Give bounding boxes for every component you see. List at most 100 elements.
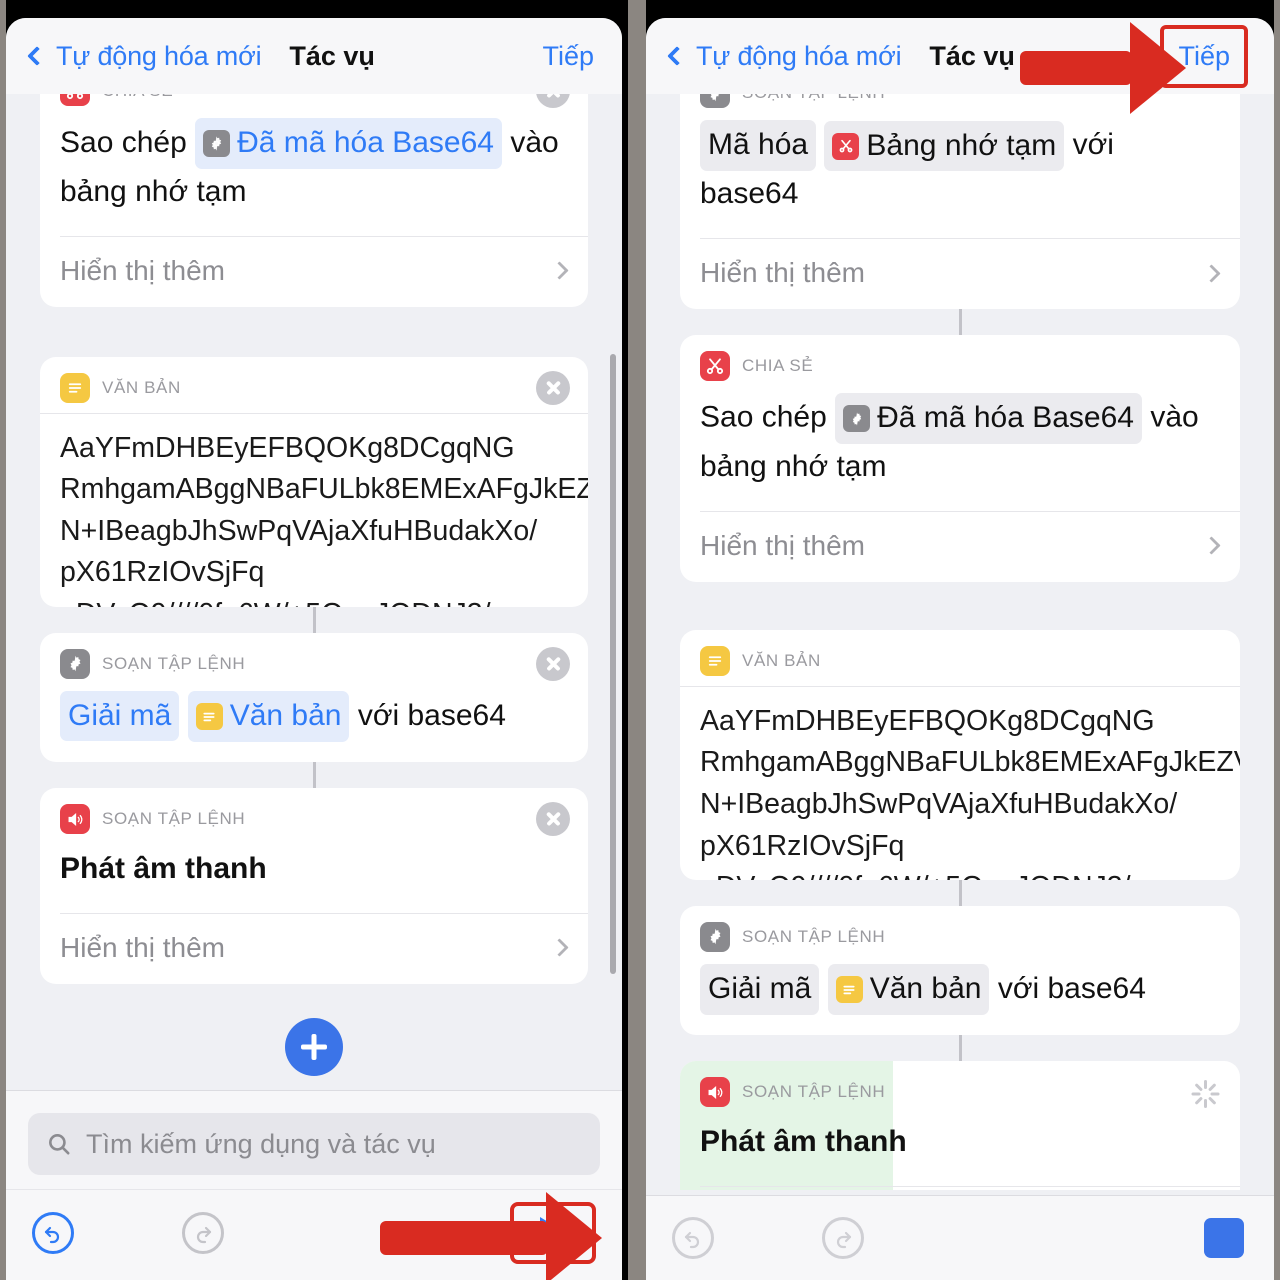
- close-icon[interactable]: [536, 370, 570, 405]
- undo-icon[interactable]: [672, 1217, 714, 1259]
- action-card-text[interactable]: VĂN BẢN AaYFmDHBEyEFBQOKg8DCgqNG RmhgamA…: [40, 356, 588, 607]
- chip-label: Giải mã: [708, 971, 812, 1005]
- navbar-left: Tự động hóa mới Tác vụ Tiếp: [6, 18, 622, 94]
- action-card-text[interactable]: VĂN BẢN AaYFmDHBEyEFBQOKg8DCgqNG RmhgamA…: [680, 629, 1240, 880]
- card-body: Sao chép Đã mã hóa Base64 vào bảng nhớ t…: [680, 387, 1240, 511]
- card-body: Phát âm thanh: [680, 1113, 1240, 1186]
- card-header: SOẠN TẬP LỆNH: [40, 633, 588, 685]
- scrollbar[interactable]: [610, 354, 616, 974]
- add-action-button[interactable]: [285, 1017, 343, 1076]
- page-title: Tác vụ: [929, 40, 1015, 71]
- card-category: VĂN BẢN: [102, 377, 181, 397]
- text-preview-left: AaYFmDHBEyEFBQOKg8DCgqNG RmhgamABggNBaFU…: [60, 431, 588, 607]
- body-text-post: với base64: [997, 971, 1146, 1005]
- action-card-share[interactable]: CHIA SẺ Sao chép Đã mã hóa Base64 vào bả…: [680, 335, 1240, 582]
- card-connector: [958, 879, 962, 906]
- card-connector: [312, 762, 316, 788]
- text-lines-icon: [700, 645, 730, 676]
- search-input[interactable]: Tìm kiếm ứng dụng và tác vụ: [28, 1113, 600, 1175]
- chip-label: Đã mã hóa Base64: [877, 401, 1134, 435]
- scissors-icon: [832, 132, 860, 160]
- search-icon: [49, 1134, 70, 1155]
- show-more-label: Hiển thị thêm: [700, 529, 865, 561]
- next-button[interactable]: Tiếp: [538, 35, 598, 78]
- body-text-pre: Sao chép: [700, 400, 827, 434]
- redo-icon[interactable]: [182, 1212, 224, 1254]
- action-card-play-sound[interactable]: SOẠN TẬP LỆNH Phát âm thanh Hiển thị thê…: [40, 788, 588, 984]
- loading-spinner-icon: [1190, 1079, 1220, 1109]
- chevron-right-icon: [1202, 536, 1221, 555]
- show-more-button[interactable]: Hiển thị thêm: [40, 237, 588, 307]
- chip-decode-mode[interactable]: Giải mã: [60, 690, 180, 742]
- back-label: Tự động hóa mới: [696, 40, 902, 71]
- stop-button[interactable]: [1200, 1214, 1248, 1262]
- show-more-label: Hiển thị thêm: [60, 931, 225, 963]
- action-card-share[interactable]: CHIA SẺ Sao chép Đã mã hóa Base64: [40, 94, 588, 307]
- card-header: SOẠN TẬP LỆNH: [680, 94, 1240, 114]
- variable-chip-text[interactable]: Văn bản: [187, 691, 350, 742]
- card-category: SOẠN TẬP LỆNH: [742, 926, 886, 946]
- action-card-play-sound[interactable]: SOẠN TẬP LỆNH Phát âm thanh: [680, 1061, 1240, 1190]
- add-action-row: [40, 984, 588, 1104]
- chip-label: Văn bản: [869, 972, 982, 1006]
- chip-label: Đã mã hóa Base64: [237, 126, 494, 159]
- show-more-button[interactable]: Hiển thị thêm: [680, 1187, 1240, 1190]
- variable-chip-encoded-base64[interactable]: Đã mã hóa Base64: [195, 118, 502, 169]
- redo-icon[interactable]: [822, 1217, 864, 1259]
- close-icon[interactable]: [536, 94, 570, 108]
- gear-icon: [203, 129, 231, 157]
- show-more-button[interactable]: Hiển thị thêm: [680, 239, 1240, 309]
- undo-icon[interactable]: [32, 1212, 74, 1254]
- scissors-icon: [60, 94, 90, 106]
- text-lines-icon: [195, 703, 223, 731]
- card-body: Giải mã Văn bản với base64: [40, 685, 588, 762]
- actions-scroll-right[interactable]: SOẠN TẬP LỆNH Mã hóa: [646, 94, 1274, 1190]
- card-body: Mã hóa Bảng nhớ tạm với base64: [680, 114, 1240, 238]
- back-label: Tự động hóa mới: [56, 40, 262, 71]
- show-more-button[interactable]: Hiển thị thêm: [40, 914, 588, 984]
- card-header: VĂN BẢN: [40, 357, 588, 413]
- run-button[interactable]: [510, 1202, 596, 1264]
- close-icon[interactable]: [536, 802, 570, 836]
- variable-chip-text[interactable]: Văn bản: [827, 964, 990, 1016]
- card-category: SOẠN TẬP LỆNH: [102, 653, 246, 673]
- speaker-icon: [700, 1077, 730, 1108]
- gear-icon: [700, 921, 730, 952]
- show-more-label: Hiển thị thêm: [700, 257, 865, 289]
- search-placeholder: Tìm kiếm ứng dụng và tác vụ: [86, 1128, 436, 1159]
- body-text: Phát âm thanh: [700, 1125, 907, 1159]
- card-header: SOẠN TẬP LỆNH: [680, 906, 1240, 958]
- card-body: Giải mã Văn bản với base64: [680, 958, 1240, 1035]
- text-preview-right: AaYFmDHBEyEFBQOKg8DCgqNG RmhgamABggNBaFU…: [700, 704, 1240, 880]
- bottom-toolbar-left: Tìm kiếm ứng dụng và tác vụ: [6, 1090, 622, 1280]
- chip-label: Văn bản: [229, 699, 342, 733]
- back-button[interactable]: Tự động hóa mới: [27, 40, 262, 72]
- back-button[interactable]: Tự động hóa mới: [667, 40, 902, 72]
- toolbar-row: [646, 1196, 1274, 1280]
- card-header: SOẠN TẬP LỆNH: [40, 788, 588, 840]
- show-more-button[interactable]: Hiển thị thêm: [680, 512, 1240, 582]
- card-body: Phát âm thanh: [40, 840, 588, 913]
- card-header: CHIA SẺ: [40, 94, 588, 112]
- next-button[interactable]: Tiếp: [1160, 24, 1248, 88]
- bottom-toolbar-right: [646, 1195, 1274, 1280]
- card-category: SOẠN TẬP LỆNH: [102, 809, 246, 828]
- card-connector: [958, 309, 962, 336]
- body-text-post: với base64: [357, 698, 506, 732]
- close-icon[interactable]: [536, 646, 570, 681]
- action-card-decode[interactable]: SOẠN TẬP LỆNH Giải mã Văn bản với base64: [40, 632, 588, 762]
- variable-chip-encoded-base64[interactable]: Đã mã hóa Base64: [835, 393, 1142, 444]
- actions-scroll-left[interactable]: CHIA SẺ Sao chép Đã mã hóa Base64: [6, 94, 622, 1104]
- gear-icon: [60, 648, 90, 679]
- chevron-right-icon: [550, 938, 569, 957]
- stop-icon: [1204, 1218, 1244, 1258]
- scissors-icon: [700, 351, 730, 382]
- chip-encode-mode[interactable]: Mã hóa: [700, 120, 817, 171]
- action-card-decode[interactable]: SOẠN TẬP LỆNH Giải mã Văn bản với base64: [680, 905, 1240, 1036]
- card-category: CHIA SẺ: [102, 94, 173, 101]
- action-card-encode[interactable]: SOẠN TẬP LỆNH Mã hóa: [680, 94, 1240, 310]
- search-wrapper: Tìm kiếm ứng dụng và tác vụ: [6, 1091, 622, 1189]
- chip-decode-mode[interactable]: Giải mã: [700, 963, 820, 1015]
- chevron-left-icon: [667, 46, 687, 66]
- variable-chip-clipboard[interactable]: Bảng nhớ tạm: [824, 120, 1065, 172]
